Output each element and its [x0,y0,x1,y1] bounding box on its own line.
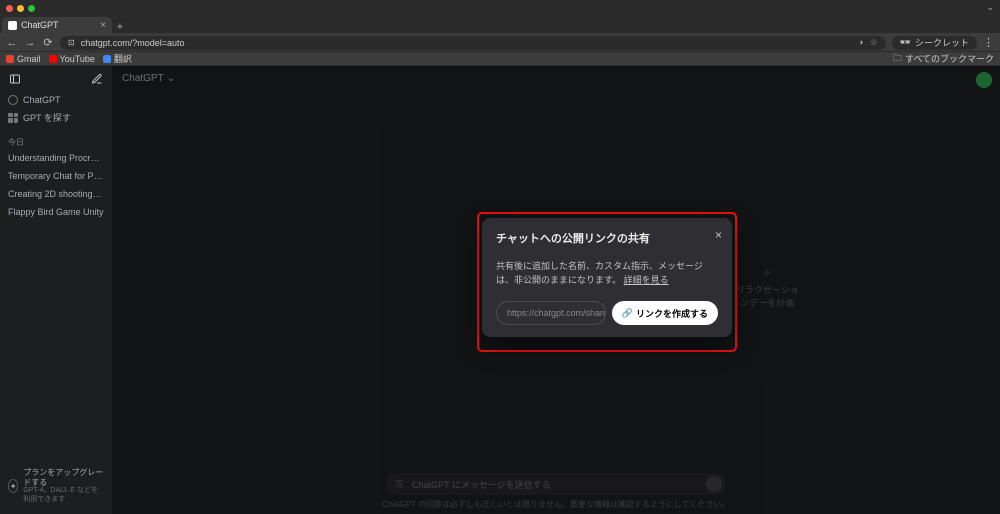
reload-button[interactable]: ⟳ [42,36,54,49]
tab-close-icon[interactable]: × [100,20,106,31]
modal-body-text: 共有後に追加した名前、カスタム指示、メッセージは、非公開のままになります。 [496,261,703,285]
learn-more-link[interactable]: 詳細を見る [624,275,669,285]
url-text: chatgpt.com/?model=auto [81,38,185,48]
create-link-button[interactable]: 🔗 リンクを作成する [612,301,718,325]
address-bar[interactable]: ⊡ chatgpt.com/?model=auto ◑ ☆ [60,36,886,50]
bookmark-youtube[interactable]: YouTube [49,54,95,64]
forward-button[interactable]: → [24,37,36,49]
bookmark-star-icon[interactable]: ☆ [869,37,877,48]
os-titlebar: ⌄ [0,0,1000,16]
upgrade-subtitle: GPT-4、DALL·E などを利用できます [23,487,104,504]
incognito-label: シークレット [915,36,969,49]
translate-bm-icon [103,55,111,63]
sidebar-chat-item[interactable]: Understanding Procrastination [4,150,108,166]
sidebar-item-explore-gpts[interactable]: GPT を探す [4,108,108,127]
all-bookmarks-button[interactable]: 🗀すべてのブックマーク [893,51,994,67]
browser-tabbar: ChatGPT × + [0,16,1000,34]
back-button[interactable]: ← [6,37,18,49]
modal-close-button[interactable]: × [715,228,722,242]
maximize-window-icon[interactable] [28,5,35,12]
share-link-modal: チャットへの公開リンクの共有 × 共有後に追加した名前、カスタム指示、メッセージ… [482,218,732,337]
browser-tab-chatgpt[interactable]: ChatGPT × [2,17,112,33]
new-chat-icon[interactable] [90,72,104,86]
translate-icon[interactable]: ◑ [858,37,863,48]
chatgpt-logo-icon [8,95,18,105]
browser-toolbar: ← → ⟳ ⊡ chatgpt.com/?model=auto ◑ ☆ 🕶 シー… [0,34,1000,52]
minimize-window-icon[interactable] [17,5,24,12]
incognito-indicator[interactable]: 🕶 シークレット [892,36,977,50]
upgrade-plan-button[interactable]: ✦ プランをアップグレードする GPT-4、DALL·E などを利用できます [4,464,108,508]
window-controls [6,5,35,12]
create-link-label: リンクを作成する [636,307,708,320]
modal-body: 共有後に追加した名前、カスタム指示、メッセージは、非公開のままになります。 詳細… [496,260,718,287]
sidebar-item-label: ChatGPT [23,95,61,105]
favicon-icon [8,21,17,30]
browser-menu-button[interactable]: ⋮ [983,36,994,49]
bookmarks-bar: Gmail YouTube 翻訳 🗀すべてのブックマーク [0,52,1000,66]
link-icon: 🔗 [622,308,633,319]
sidebar-chat-item[interactable]: Creating 2D shooting game [4,186,108,202]
bookmark-translate[interactable]: 翻訳 [103,52,132,65]
incognito-icon: 🕶 [900,37,911,48]
site-info-icon[interactable]: ⊡ [68,38,75,47]
main-area: ChatGPT ⌄ ✈ リラクゼーショ ンデーを計画 ⎘ ChatGPT にメッ… [112,66,1000,514]
share-url-text: https://chatgpt.com/share/... [507,308,606,318]
close-window-icon[interactable] [6,5,13,12]
sidebar: ChatGPT GPT を探す 今日 Understanding Procras… [0,66,112,514]
tab-title: ChatGPT [21,20,96,30]
grid-icon [8,113,18,123]
bookmark-gmail[interactable]: Gmail [6,54,41,64]
upgrade-title: プランをアップグレードする [23,468,104,487]
sidebar-chat-item[interactable]: Temporary Chat for Privacy [4,168,108,184]
modal-title: チャットへの公開リンクの共有 [496,230,718,246]
sidebar-item-label: GPT を探す [23,111,71,124]
expand-icon[interactable]: ⌄ [986,2,994,13]
sidebar-toggle-icon[interactable] [8,72,22,86]
folder-icon: 🗀 [893,51,902,67]
youtube-icon [49,55,57,63]
sidebar-section-header: 今日 [4,137,108,148]
chatgpt-app: ChatGPT GPT を探す 今日 Understanding Procras… [0,66,1000,514]
new-tab-button[interactable]: + [112,21,128,33]
share-url-field[interactable]: https://chatgpt.com/share/... [496,301,606,325]
gmail-icon [6,55,14,63]
sidebar-chat-item[interactable]: Flappy Bird Game Unity [4,204,108,220]
sparkle-icon: ✦ [8,479,18,493]
sidebar-item-chatgpt[interactable]: ChatGPT [4,92,108,108]
